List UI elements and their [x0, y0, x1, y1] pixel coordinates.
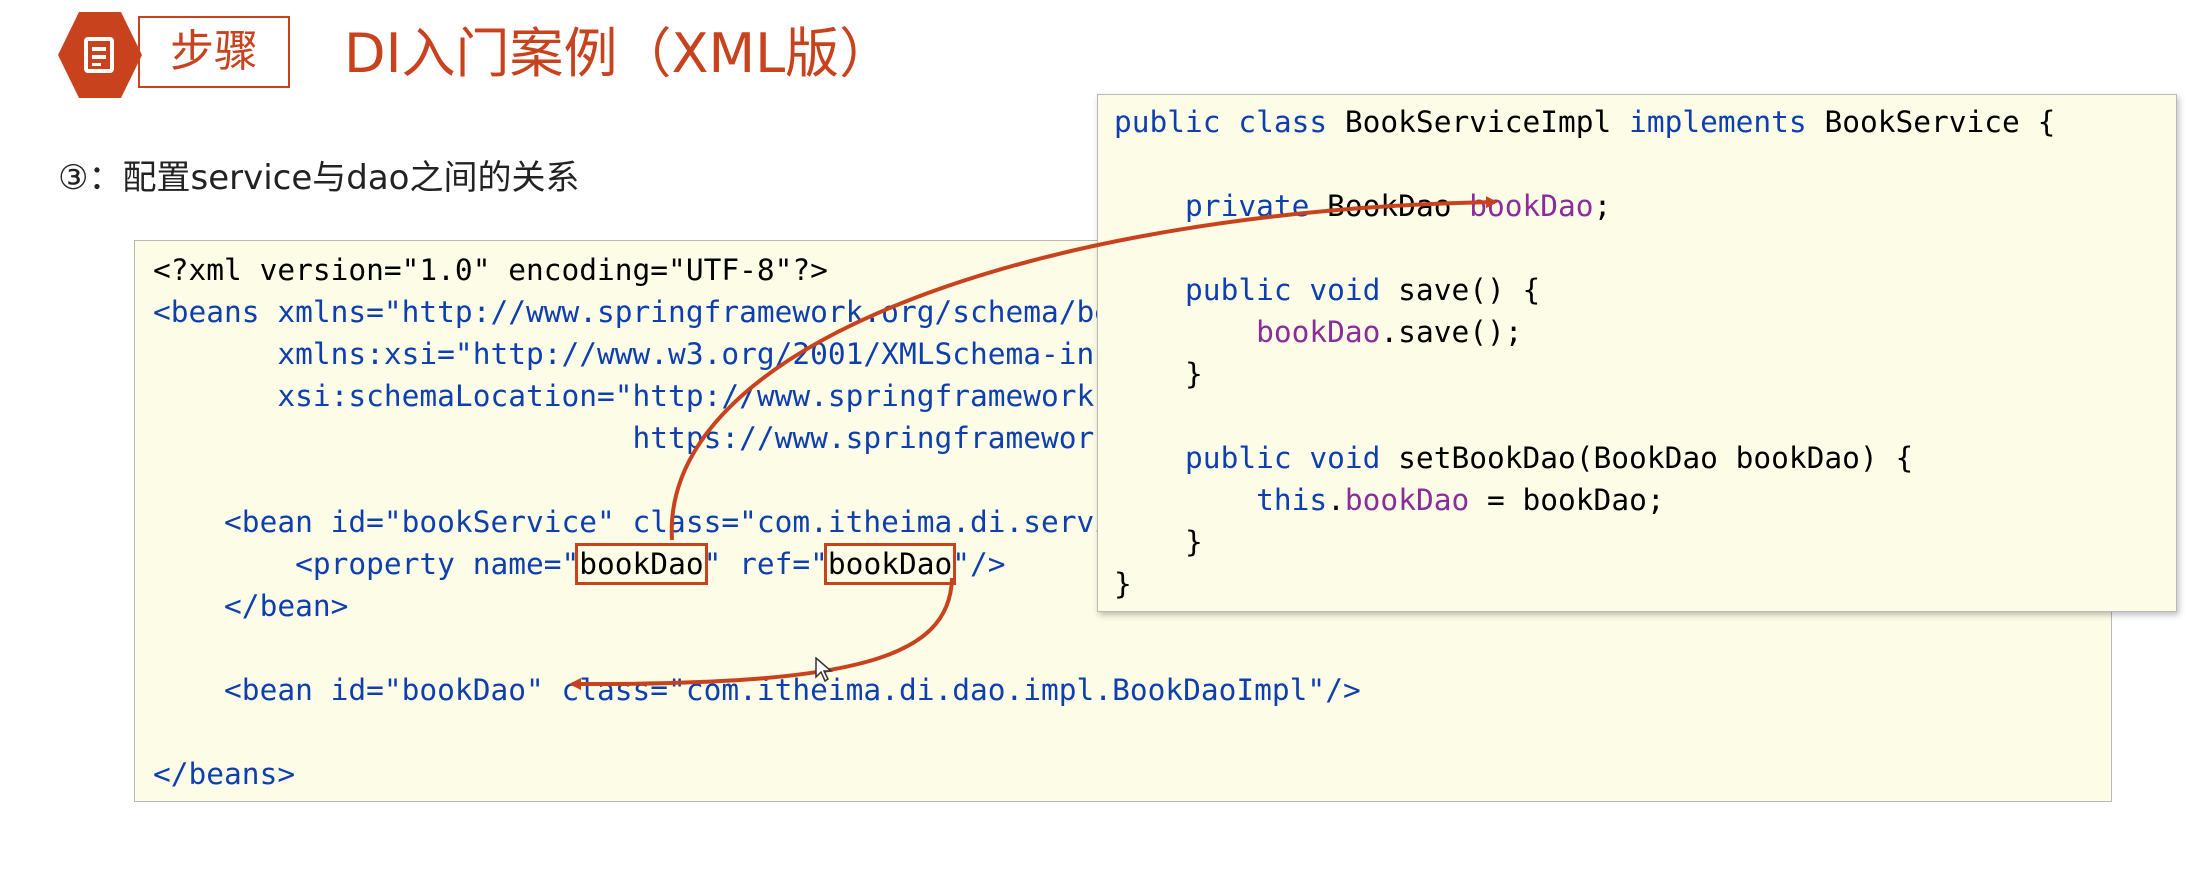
java-code-block: public class BookServiceImpl implements … — [1097, 94, 2177, 612]
java-field-bookdao: bookDao — [1469, 189, 1594, 223]
java-method-save: save() { — [1398, 273, 1541, 307]
java-field-type: BookDao — [1327, 189, 1470, 223]
java-field-ref: bookDao — [1114, 315, 1381, 349]
java-kw: public class — [1114, 105, 1345, 139]
java-kw-private: private — [1114, 189, 1328, 223]
step-label: 步骤 — [138, 16, 290, 88]
property-ref-attr: " ref=" — [703, 547, 828, 581]
java-line-2: private BookDao bookDao; — [1114, 185, 1611, 227]
java-method-setter: setBookDao(BookDao bookDao) { — [1398, 441, 1914, 475]
xml-line-8: </bean> — [153, 589, 349, 623]
xml-line-1: <?xml version="1.0" encoding="UTF-8"?> — [153, 253, 828, 287]
java-kw-implements: implements — [1629, 105, 1825, 139]
xml-line-10: </beans> — [153, 757, 296, 791]
java-line-5: } — [1114, 357, 1203, 391]
java-class-name: BookServiceImpl — [1344, 105, 1630, 139]
java-kw-this: this — [1114, 483, 1328, 517]
property-close: "/> — [952, 547, 1006, 581]
property-name-highlight: bookDao — [575, 543, 708, 585]
property-open: <property name=" — [153, 547, 580, 581]
java-line-8: } — [1114, 525, 1203, 559]
java-kw-public-void: public void — [1114, 273, 1399, 307]
mouse-cursor-icon — [815, 657, 833, 683]
page-title: DI入门案例（XML版） — [344, 22, 894, 85]
document-icon — [84, 37, 114, 73]
java-dot: . — [1327, 483, 1345, 517]
xml-line-3: xmlns:xsi="http://www.w3.org/2001/XMLSch… — [153, 337, 1219, 371]
java-line-3: public void save() { — [1114, 269, 1540, 311]
java-semicolon: ; — [1593, 189, 1612, 223]
header-icon-badge — [58, 12, 142, 98]
java-kw-public-void-2: public void — [1114, 441, 1399, 475]
java-line-4: bookDao.save(); — [1114, 311, 1523, 353]
java-line-6: public void setBookDao(BookDao bookDao) … — [1114, 437, 1913, 479]
java-assign-rest: = bookDao; — [1469, 483, 1665, 517]
java-interface: BookService { — [1824, 105, 2056, 139]
xml-line-9: <bean id="bookDao" class="com.itheima.di… — [153, 673, 1361, 707]
java-line-1: public class BookServiceImpl implements … — [1114, 101, 2055, 143]
property-ref-highlight: bookDao — [823, 543, 957, 585]
java-line-7: this.bookDao = bookDao; — [1114, 479, 1665, 521]
xml-line-2: <beans xmlns="http://www.springframework… — [153, 295, 1184, 329]
java-call-save: .save(); — [1380, 315, 1523, 349]
xml-line-7: <property name="bookDao" ref="bookDao"/> — [153, 543, 1006, 585]
java-line-9: } — [1114, 567, 1132, 601]
java-field-assign: bookDao — [1344, 483, 1470, 517]
step-description: ③：配置service与dao之间的关系 — [58, 158, 580, 198]
